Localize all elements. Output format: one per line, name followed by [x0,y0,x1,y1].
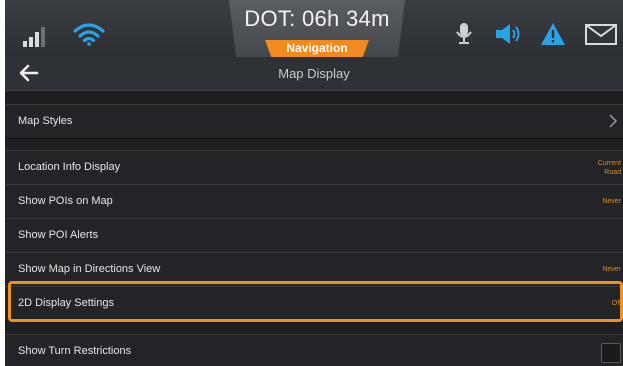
page-title: Map Display [278,66,350,81]
setting-label: Show POI Alerts [18,229,99,241]
speaker-icon[interactable] [495,22,523,46]
setting-value: Off [611,300,621,307]
title-bar: Map Display [5,57,623,91]
setting-row-2d-display-settings[interactable]: 2D Display Settings Off [5,286,623,321]
setting-label: 2D Display Settings [18,297,114,309]
warning-icon[interactable] [540,22,566,46]
setting-label: Show POIs on Map [18,195,113,207]
setting-value: Current Road [598,159,621,177]
microphone-icon[interactable] [455,22,473,46]
setting-value: Never [602,198,621,205]
setting-label: Location Info Display [18,161,121,173]
setting-label: Map Styles [18,115,73,127]
mail-icon[interactable] [585,22,617,46]
setting-row-map-styles[interactable]: Map Styles [5,104,623,139]
map-display-screen: DOT: 06h 34m Navigation Map Display Map … [5,0,623,366]
chevron-right-icon [609,114,617,128]
status-bar: DOT: 06h 34m Navigation [5,0,623,57]
turn-restrictions-checkbox[interactable] [601,343,621,363]
wifi-icon [73,23,105,46]
setting-row-show-map-in-directions-view[interactable]: Show Map in Directions View Never [5,252,623,287]
setting-row-show-pois-on-map[interactable]: Show POIs on Map Never [5,184,623,219]
navigation-mode-tab[interactable]: Navigation [265,40,369,57]
setting-value-line: Current [597,160,621,167]
setting-value: Never [602,266,621,273]
setting-value-line: Road [604,169,621,176]
setting-label: Show Map in Directions View [18,263,161,275]
dot-time-readout: DOT: 06h 34m [244,6,390,31]
setting-row-location-info-display[interactable]: Location Info Display Current Road [5,150,623,185]
setting-label: Show Turn Restrictions [18,345,132,357]
dot-timer-panel: DOT: 06h 34m Navigation [229,0,405,57]
setting-row-show-poi-alerts[interactable]: Show POI Alerts [5,218,623,253]
setting-row-show-turn-restrictions[interactable]: Show Turn Restrictions [5,334,623,366]
signal-bars-icon [23,27,49,47]
